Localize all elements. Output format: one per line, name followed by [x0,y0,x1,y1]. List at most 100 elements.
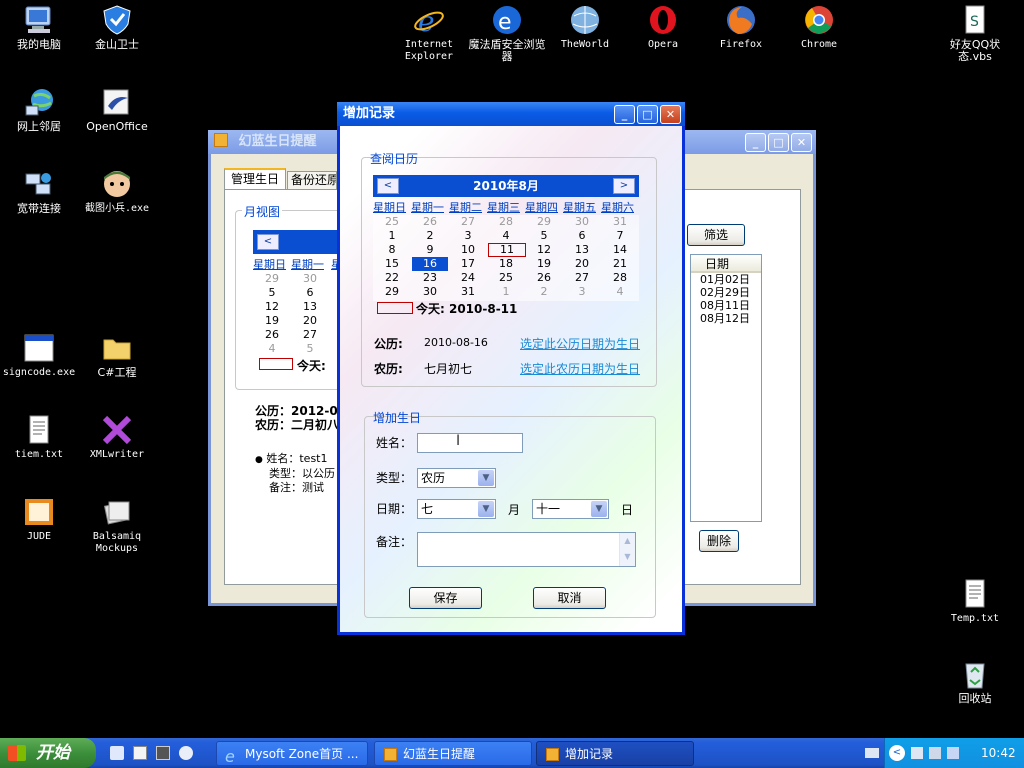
ime-icon[interactable] [947,747,959,759]
calendar-day[interactable]: 4 [487,229,525,243]
calendar-day[interactable]: 6 [563,229,601,243]
delete-button[interactable]: 删除 [699,530,739,552]
desktop-icon-firefox[interactable]: Firefox [702,4,780,51]
calendar-day[interactable]: 7 [601,229,639,243]
back-calendar-day[interactable]: 27 [291,328,329,342]
calendar-day[interactable]: 21 [601,257,639,271]
calendar-day[interactable]: 5 [525,229,563,243]
calendar-day[interactable]: 10 [449,243,487,257]
calendar-day[interactable]: 30 [563,215,601,229]
back-calendar-day[interactable]: 29 [253,272,291,286]
dialog-titlebar[interactable]: 增加记录 _ □ ✕ [337,102,685,126]
calendar-day[interactable]: 28 [601,271,639,285]
back-calendar-day[interactable]: 30 [291,272,329,286]
back-calendar-day[interactable]: 19 [253,314,291,328]
calendar-day[interactable]: 12 [525,243,563,257]
back-calendar-prev[interactable]: < [257,234,279,250]
tab-manage[interactable]: 管理生日 [224,168,286,190]
calendar-day[interactable]: 20 [563,257,601,271]
calendar-day[interactable]: 2 [525,285,563,299]
select-lunar-date-link[interactable]: 选定此农历日期为生日 [520,360,640,377]
desktop-icon-jinshan[interactable]: 金山卫士 [78,4,156,51]
calendar-next-button[interactable]: > [613,178,635,194]
calendar-day[interactable]: 22 [373,271,411,285]
list-item[interactable]: 02月29日 [700,286,761,299]
calendar-day[interactable]: 1 [487,285,525,299]
calendar-day[interactable]: 31 [601,215,639,229]
select-solar-date-link[interactable]: 选定此公历日期为生日 [520,335,640,352]
calendar-day[interactable]: 2 [411,229,449,243]
calendar-day[interactable]: 28 [487,215,525,229]
calendar-day[interactable]: 29 [525,215,563,229]
desktop-icon-tiem-txt[interactable]: tiem.txt [0,414,78,461]
desktop-icon-magic-browser[interactable]: e 魔法盾安全浏览器 [468,4,546,63]
desktop-icon-balsamiq[interactable]: Balsamiq Mockups [78,496,156,555]
calendar-day[interactable]: 11 [488,243,526,257]
volume-icon[interactable] [929,747,941,759]
add-record-dialog[interactable]: 增加记录 _ □ ✕ 查阅日历 2010年8月 < > 星期日 星期一 星期二 星期三… [337,102,685,635]
calendar-day[interactable]: 24 [449,271,487,285]
notepad-quicklaunch-icon[interactable] [133,746,147,760]
birthday-list[interactable]: 日期 01月02日 02月29日 08月11日 08月12日 [690,254,762,522]
network-tray-icon[interactable] [911,747,923,759]
desktop-icon-my-computer[interactable]: 我的电脑 [0,4,78,51]
show-desktop-icon[interactable] [110,746,124,760]
calendar-day[interactable]: 19 [525,257,563,271]
keyboard-icon[interactable] [865,748,879,758]
calendar-day[interactable]: 3 [449,229,487,243]
desktop-icon-qq-vbs[interactable]: S 好友QQ状态.vbs [936,4,1014,63]
tab-backup[interactable]: 备份还原 [287,171,337,190]
desktop-icon-screenshot[interactable]: 截图小兵.exe [78,168,156,215]
list-item[interactable]: 08月12日 [700,312,761,325]
note-scrollbar[interactable]: ▲ ▼ [619,533,635,566]
desktop-icon-xmlwriter[interactable]: XMLwriter [78,414,156,461]
date-column-header[interactable]: 日期 [691,255,761,273]
calendar-day[interactable]: 4 [601,285,639,299]
close-button[interactable]: ✕ [791,133,812,152]
calendar-day[interactable]: 9 [411,243,449,257]
back-calendar-day[interactable]: 20 [291,314,329,328]
calendar-day[interactable]: 27 [449,215,487,229]
calendar-day[interactable]: 3 [563,285,601,299]
back-calendar-day[interactable]: 6 [291,286,329,300]
clapper-quicklaunch-icon[interactable] [156,746,170,760]
calendar-day[interactable]: 25 [373,215,411,229]
taskbar-item-birthday[interactable]: 幻蓝生日提醒 [374,741,532,766]
taskbar-item-add-record[interactable]: 增加记录 [536,741,694,766]
minimize-button[interactable]: _ [614,105,635,124]
desktop-icon-openoffice[interactable]: OpenOffice [78,86,156,133]
back-calendar-day[interactable]: 5 [253,286,291,300]
calendar-day[interactable]: 1 [373,229,411,243]
desktop-icon-theworld[interactable]: TheWorld [546,4,624,51]
calendar-day[interactable]: 15 [373,257,411,271]
start-button[interactable]: 开始 [0,738,96,768]
back-calendar-day[interactable]: 13 [291,300,329,314]
calendar-prev-button[interactable]: < [377,178,399,194]
desktop-icon-chrome[interactable]: Chrome [780,4,858,51]
calendar-day[interactable]: 23 [411,271,449,285]
calendar-day[interactable]: 31 [449,285,487,299]
desktop-icon-signcode[interactable]: signcode.exe [0,332,78,379]
list-item[interactable]: 08月11日 [700,299,761,312]
maximize-button[interactable]: □ [768,133,789,152]
tray-expand-icon[interactable]: < [889,745,905,761]
back-calendar-day[interactable]: 4 [253,342,291,356]
calendar-day[interactable]: 17 [449,257,487,271]
day-select[interactable]: 十一 ▼ [532,499,609,519]
close-button[interactable]: ✕ [660,105,681,124]
type-select[interactable]: 农历 ▼ [417,468,496,488]
back-calendar-day[interactable]: 5 [291,342,329,356]
media-quicklaunch-icon[interactable] [179,746,193,760]
taskbar-item-mysoft[interactable]: e Mysoft Zone首页 ... [216,741,368,766]
minimize-button[interactable]: _ [745,133,766,152]
desktop-icon-network[interactable]: 网上邻居 [0,86,78,133]
calendar-day[interactable]: 25 [487,271,525,285]
calendar-day[interactable]: 26 [525,271,563,285]
save-button[interactable]: 保存 [409,587,482,609]
note-textarea[interactable] [417,532,636,567]
calendar-day[interactable]: 16 [412,257,448,271]
name-input[interactable] [417,433,523,453]
back-calendar-day[interactable]: 12 [253,300,291,314]
maximize-button[interactable]: □ [637,105,658,124]
back-calendar-day[interactable]: 26 [253,328,291,342]
